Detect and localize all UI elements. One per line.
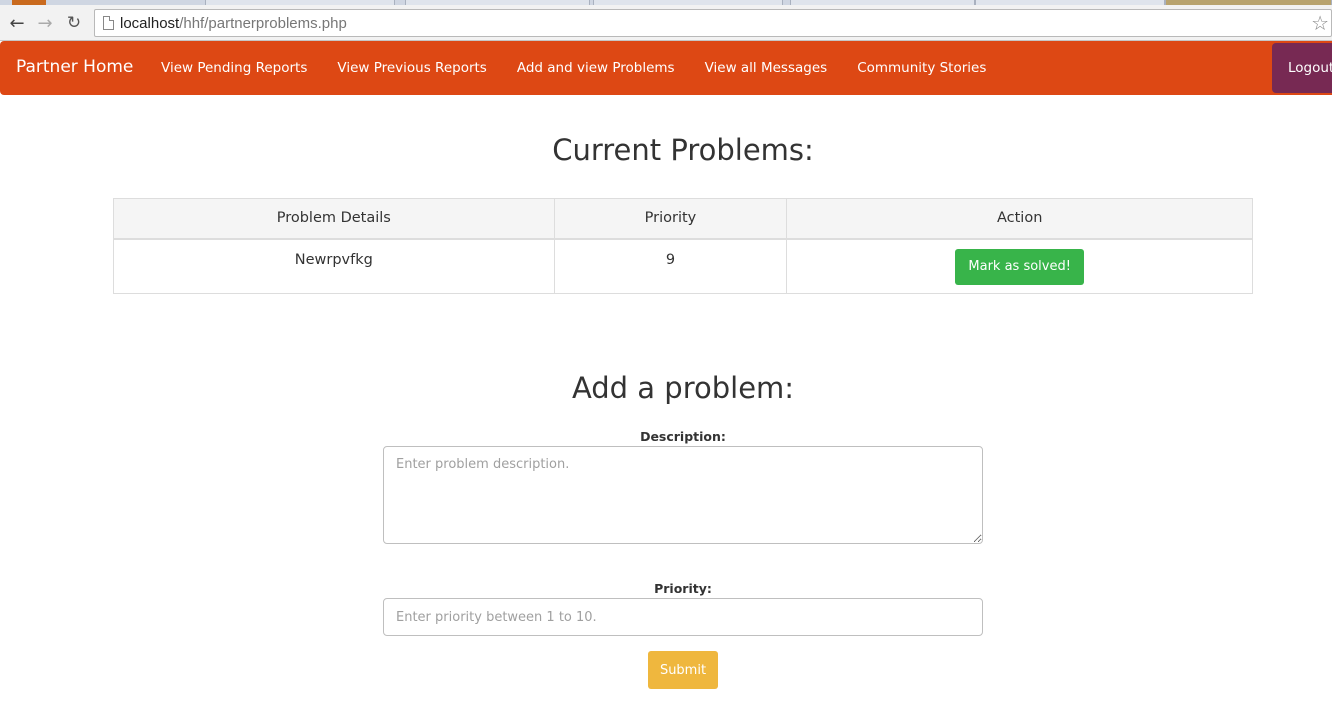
- url-host: localhost: [120, 15, 180, 32]
- nav-view-pending-reports[interactable]: View Pending Reports: [161, 60, 307, 76]
- problems-table: Problem Details Priority Action Newrpvfk…: [113, 198, 1253, 294]
- logout-button[interactable]: Logout: [1272, 43, 1332, 93]
- column-header-action: Action: [786, 198, 1253, 240]
- mark-as-solved-button[interactable]: Mark as solved!: [955, 248, 1084, 285]
- reload-icon[interactable]: ↻: [63, 12, 85, 34]
- arrow-left-icon[interactable]: ←: [6, 12, 28, 34]
- description-field[interactable]: [383, 446, 983, 544]
- star-icon[interactable]: ☆: [1311, 12, 1329, 34]
- submit-button[interactable]: Submit: [648, 651, 718, 689]
- nav-view-previous-reports[interactable]: View Previous Reports: [337, 60, 486, 76]
- priority-cell: 9: [553, 238, 788, 294]
- app-navbar: Partner Home View Pending Reports View P…: [0, 41, 1332, 95]
- add-problem-heading: Add a problem:: [571, 371, 795, 405]
- nav-community-stories[interactable]: Community Stories: [857, 60, 986, 76]
- nav-add-view-problems[interactable]: Add and view Problems: [517, 60, 675, 76]
- nav-links: View Pending Reports View Previous Repor…: [161, 60, 1016, 76]
- address-bar[interactable]: localhost/hhf/partnerproblems.php ☆: [94, 9, 1332, 37]
- problem-details-cell: Newrpvfkg: [113, 238, 555, 294]
- url-path: /hhf/partnerproblems.php: [179, 15, 347, 32]
- address-url[interactable]: localhost/hhf/partnerproblems.php: [120, 15, 347, 32]
- arrow-right-icon[interactable]: →: [34, 12, 56, 34]
- priority-field[interactable]: [383, 598, 983, 636]
- table-row: Newrpvfkg 9 Mark as solved!: [113, 238, 1253, 294]
- description-label: Description:: [640, 429, 726, 444]
- table-header-row: Problem Details Priority Action: [113, 198, 1253, 240]
- brand-link[interactable]: Partner Home: [16, 57, 133, 77]
- page-icon: [103, 16, 114, 30]
- nav-view-all-messages[interactable]: View all Messages: [705, 60, 828, 76]
- browser-toolbar: ← → ↻ localhost/hhf/partnerproblems.php …: [0, 5, 1332, 41]
- priority-label: Priority:: [654, 581, 712, 596]
- action-cell: Mark as solved!: [786, 238, 1253, 294]
- current-problems-heading: Current Problems:: [552, 133, 814, 167]
- column-header-priority: Priority: [553, 198, 788, 240]
- column-header-problem-details: Problem Details: [113, 198, 555, 240]
